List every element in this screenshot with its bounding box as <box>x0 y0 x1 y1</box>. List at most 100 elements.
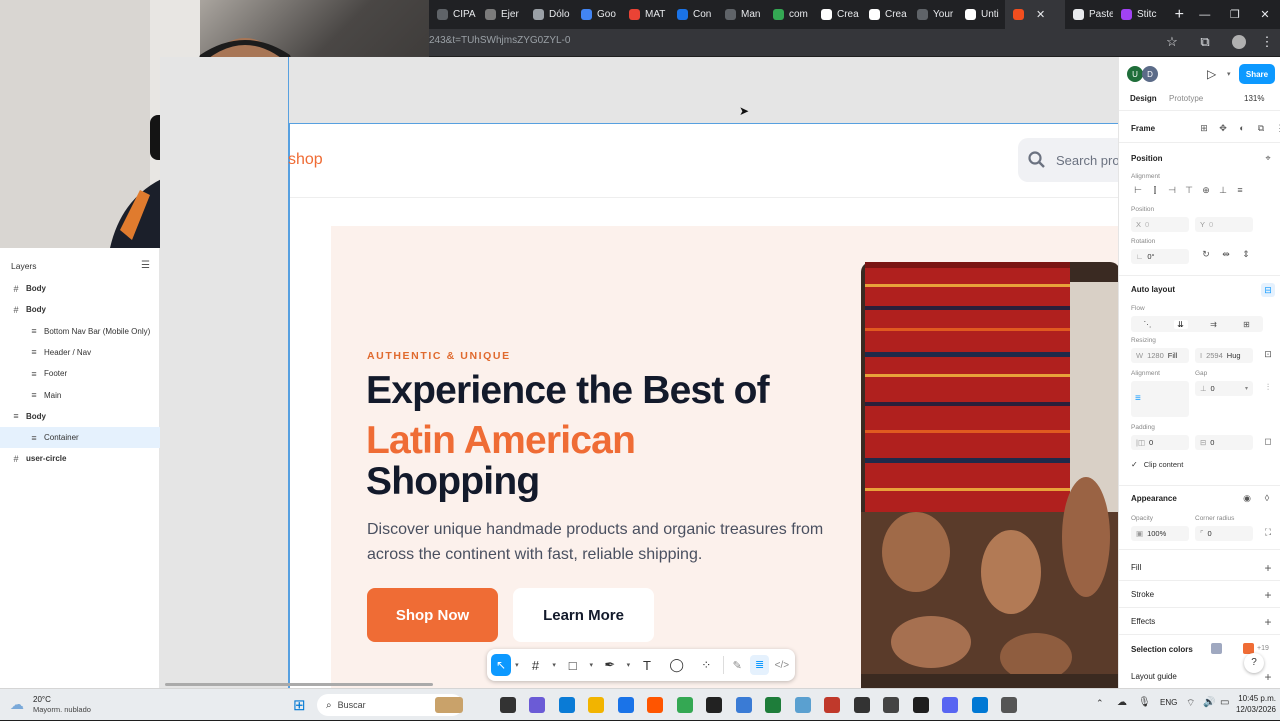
layer-item[interactable]: ≡ Header / Nav <box>0 342 160 363</box>
boolean-icon[interactable]: ⧉ <box>1254 123 1268 134</box>
browser-tab[interactable]: Ejer <box>477 0 525 29</box>
advanced-layout-icon[interactable]: ⫶ <box>1261 382 1275 393</box>
rotate-icon[interactable]: ↻ <box>1199 249 1213 260</box>
layer-item[interactable]: # user-circle <box>0 448 160 469</box>
learn-more-button[interactable]: Learn More <box>513 588 654 642</box>
help-button[interactable]: ? <box>1244 653 1264 673</box>
taskbar-app-icon[interactable] <box>765 697 781 713</box>
flow-vertical-icon[interactable]: ⇊ <box>1173 319 1188 329</box>
new-tab-button[interactable]: + <box>1169 6 1190 24</box>
blend-mode-icon[interactable]: ◊ <box>1260 493 1274 503</box>
flow-horizontal-icon[interactable]: ⇉ <box>1207 320 1221 329</box>
y-field[interactable]: Y0 <box>1195 217 1253 232</box>
selection-colors-more[interactable]: +19 <box>1257 645 1269 652</box>
browser-tab[interactable]: MAT <box>621 0 669 29</box>
microphone-icon[interactable]: 🎙 <box>1138 697 1151 708</box>
radius-field[interactable]: ⌜ 0 <box>1195 526 1253 541</box>
resize-settings-icon[interactable]: ⊡ <box>1261 349 1275 360</box>
align-bottom-icon[interactable]: ⊥ <box>1216 185 1230 196</box>
weather-desc[interactable]: Mayorm. nublado <box>33 705 91 714</box>
clip-content-row[interactable]: ✓ Clip content <box>1131 460 1183 469</box>
browser-tab[interactable]: Crea <box>861 0 909 29</box>
more-icon[interactable]: ⋮ <box>1273 123 1280 134</box>
avatar[interactable]: D <box>1142 66 1158 82</box>
x-field[interactable]: X0 <box>1131 217 1189 232</box>
browser-tab[interactable]: Your <box>909 0 957 29</box>
url-field[interactable]: 243&t=TUhSWhjmsZYG0ZYL-0 <box>429 35 570 46</box>
weather-temp[interactable]: 20°C <box>33 695 51 704</box>
cloud-icon[interactable]: ☁ <box>1117 697 1127 708</box>
tray-chevron-up-icon[interactable]: ⌃ <box>1096 698 1104 709</box>
gap-field[interactable]: ⊥ 0 ▾ <box>1195 381 1253 396</box>
frame-tool-icon[interactable]: # <box>523 658 549 673</box>
close-tab-icon[interactable]: ✕ <box>1036 8 1045 21</box>
tab-design[interactable]: Design <box>1130 94 1157 103</box>
browser-tab[interactable]: Goo <box>573 0 621 29</box>
profile-avatar[interactable] <box>1232 35 1246 49</box>
windows-start-icon[interactable]: ⊞ <box>293 696 306 714</box>
taskbar-app-icon[interactable] <box>824 697 840 713</box>
taskbar-app-icon[interactable] <box>735 697 752 713</box>
figma-canvas[interactable]: shop Search prod AUTHENTIC & UNIQUE Expe… <box>160 57 1118 688</box>
zoom-level[interactable]: 131% <box>1244 94 1264 103</box>
taskbar-app-icon[interactable] <box>558 697 575 713</box>
layer-item[interactable]: ≡ Main <box>0 385 160 406</box>
browser-tab[interactable]: Crea <box>813 0 861 29</box>
flow-free-icon[interactable]: ⋱ <box>1141 320 1155 329</box>
distribute-icon[interactable]: ≡ <box>1233 185 1247 196</box>
shop-now-button[interactable]: Shop Now <box>367 588 498 642</box>
taskbar-app-icon[interactable] <box>676 697 693 713</box>
taskbar-app-icon[interactable] <box>647 697 663 713</box>
browser-tab[interactable]: Man <box>717 0 765 29</box>
layer-item[interactable]: ≡ Bottom Nav Bar (Mobile Only) <box>0 321 160 342</box>
autolayout-toggle-icon[interactable]: ⊟ <box>1261 283 1275 297</box>
chevron-down-icon[interactable]: ▾ <box>515 661 519 669</box>
browser-tab[interactable]: Dólo <box>525 0 573 29</box>
add-layout-guide-icon[interactable]: + <box>1261 670 1275 684</box>
volume-icon[interactable]: 🔊 <box>1203 697 1215 708</box>
checkbox-checked-icon[interactable]: ✓ <box>1131 460 1138 469</box>
taskbar-app-icon[interactable] <box>1001 697 1017 713</box>
flip-vertical-icon[interactable]: ⇕ <box>1239 249 1253 260</box>
align-center-icon[interactable]: ⫿ <box>1148 185 1162 196</box>
mask-icon[interactable]: ◐ <box>1235 123 1249 134</box>
selection-color-swatch[interactable] <box>1211 643 1222 654</box>
browser-tab[interactable]: ✕ <box>1005 0 1065 29</box>
opacity-field[interactable]: ▣ 100% <box>1131 526 1189 541</box>
taskbar-app-icon[interactable] <box>794 697 811 713</box>
move-tool-icon[interactable]: ↖ <box>491 654 512 676</box>
constraints-icon[interactable]: ⌖ <box>1261 153 1275 164</box>
layer-item[interactable]: ≡ Body <box>0 406 160 427</box>
eye-icon[interactable]: ◉ <box>1240 493 1254 504</box>
draw-mode-icon[interactable]: ✎ <box>728 659 746 672</box>
site-search-box[interactable]: Search prod <box>1018 138 1118 182</box>
collapse-panel-icon[interactable]: ☰ <box>141 260 150 271</box>
rotation-field[interactable]: ∟ 0° <box>1131 249 1189 264</box>
clock-date[interactable]: 12/03/2026 <box>1228 705 1276 714</box>
align-middle-icon[interactable]: ⊕ <box>1199 185 1213 196</box>
component-icon[interactable]: ✥ <box>1216 123 1230 134</box>
browser-tab[interactable]: Paste <box>1065 0 1113 29</box>
align-left-icon[interactable]: ⊢ <box>1131 185 1145 196</box>
weather-icon[interactable]: ☁ <box>10 696 24 713</box>
add-fill-icon[interactable]: + <box>1261 561 1275 575</box>
avatar[interactable]: U <box>1127 66 1143 82</box>
close-window-button[interactable]: ✕ <box>1250 8 1280 21</box>
taskbar-app-icon[interactable] <box>912 697 929 713</box>
taskbar-app-icon[interactable] <box>942 697 958 713</box>
actions-tool-icon[interactable]: ⁘ <box>694 658 720 672</box>
add-effect-icon[interactable]: + <box>1261 615 1275 629</box>
frame-dropdown[interactable]: Frame <box>1131 124 1155 133</box>
align-top-icon[interactable]: ⊤ <box>1182 185 1196 196</box>
taskbar-app-icon[interactable] <box>588 697 604 713</box>
taskbar-app-icon[interactable] <box>706 697 722 713</box>
share-button[interactable]: Share <box>1239 64 1275 84</box>
bookmark-star-icon[interactable]: ☆ <box>1164 34 1180 50</box>
flip-horizontal-icon[interactable]: ⇹ <box>1219 249 1233 260</box>
taskbar-app-icon[interactable] <box>499 697 516 713</box>
layer-item[interactable]: # Body <box>0 299 160 320</box>
grid-icon[interactable]: ⊞ <box>1197 123 1211 134</box>
layer-item[interactable]: ≡ Footer <box>0 363 160 384</box>
browser-tab[interactable]: Con <box>669 0 717 29</box>
browser-tab[interactable]: Stitc <box>1113 0 1161 29</box>
